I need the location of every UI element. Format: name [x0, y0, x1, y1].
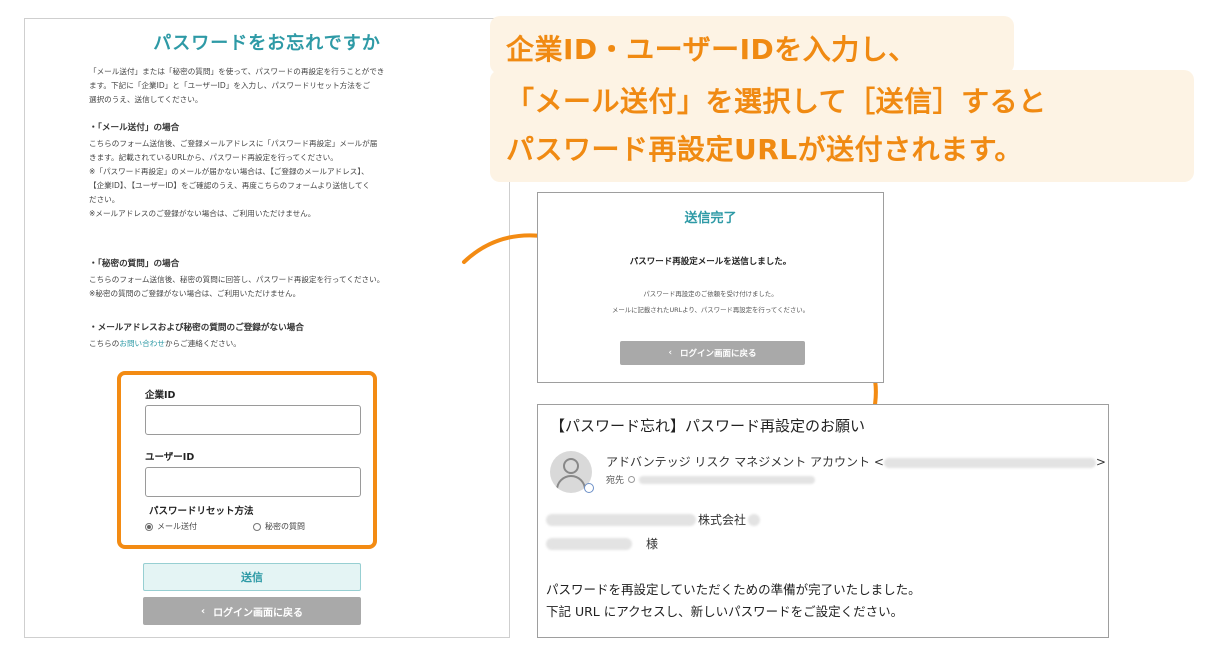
callout-line-2: 「メール送付」を選択して［送信］すると [506, 85, 1047, 118]
text-line: こちらのフォーム送信後、ご登録メールアドレスに「パスワード再設定」メールが届 [89, 139, 378, 148]
company-suffix: 株式会社 [698, 513, 747, 527]
redacted-mark [748, 513, 761, 526]
company-id-label: 企業ID [145, 390, 176, 401]
to-label: 宛先 [606, 476, 625, 486]
email-company: 株式会社 [546, 511, 761, 528]
forgot-password-panel: パスワードをお忘れですか 「メール送付」または「秘密の質問」を使って、パスワード… [24, 18, 510, 638]
text-line: 【企業ID】、【ユーザーID】をご確認のうえ、再度こちらのフォームより送信してく [89, 181, 370, 190]
redacted-recipient [639, 475, 816, 484]
email-subject: 【パスワード忘れ】パスワード再設定のお願い [550, 417, 866, 435]
section-none-text: こちらのお問い合わせからご連絡ください。 [89, 337, 489, 351]
honorific: 様 [646, 537, 659, 551]
email-sender: アドバンテッジ リスク マネジメント アカウント < > [606, 453, 1106, 470]
text-line: きます。記載されているURLから、パスワード再設定を行ってください。 [89, 153, 338, 162]
highlighted-form: 企業ID ユーザーID パスワードリセット方法 メール送付 秘密の質問 [117, 371, 377, 549]
section-secret-text: こちらのフォーム送信後、秘密の質問に回答し、パスワード再設定を行ってください。 … [89, 273, 489, 301]
intro-line: 選択のうえ、送信してください。 [89, 95, 203, 104]
email-body-line-2: 下記 URL にアクセスし、新しいパスワードをご設定ください。 [546, 604, 904, 619]
recipient-icon [628, 476, 636, 483]
done-sub-2: メールに記載されたURLより、パスワード再設定を行ってください。 [611, 306, 810, 314]
user-id-label: ユーザーID [145, 452, 195, 463]
back-to-login-button[interactable]: ‹ ログイン画面に戻る [143, 597, 361, 625]
email-body-line-1: パスワードを再設定していただくための準備が完了いたしました。 [546, 582, 921, 597]
done-title: 送信完了 [684, 211, 737, 226]
intro-line: 「メール送付」または「秘密の質問」を使って、パスワードの再設定を行うことができ [89, 67, 385, 76]
sender-name: アドバンテッジ リスク マネジメント アカウント < [606, 455, 884, 469]
radio-mail[interactable]: メール送付 [145, 521, 197, 532]
email-preview: 【パスワード忘れ】パスワード再設定のお願い アドバンテッジ リスク マネジメント… [537, 404, 1109, 638]
redacted-company [546, 513, 696, 526]
send-button[interactable]: 送信 [143, 563, 361, 591]
text-line: こちらのフォーム送信後、秘密の質問に回答し、パスワード再設定を行ってください。 [89, 275, 385, 284]
done-message: パスワード再設定メールを送信しました。 [629, 257, 792, 267]
section-none-heading: ・メールアドレスおよび秘密の質問のご登録がない場合 [89, 323, 304, 333]
text-line: ※「パスワード再設定」のメールが届かない場合は、【ご登録のメールアドレス】、 [89, 167, 369, 176]
text-line: ※秘密の質問のご登録がない場合は、ご利用いただけません。 [89, 289, 301, 298]
user-id-input[interactable] [145, 467, 361, 497]
chevron-left-icon: ‹ [200, 605, 206, 617]
callout-line-3: パスワード再設定URLが送付されます。 [506, 133, 1023, 166]
radio-mail-label: メール送付 [157, 522, 197, 531]
reset-method-label: パスワードリセット方法 [149, 506, 254, 517]
section-secret-heading: ・「秘密の質問」の場合 [89, 259, 180, 269]
radio-secret[interactable]: 秘密の質問 [253, 521, 305, 532]
back-button-label: ログイン画面に戻る [213, 607, 304, 619]
email-addressee: 様 [546, 535, 658, 552]
radio-selected-icon [145, 522, 153, 531]
callout-line-1: 企業ID・ユーザーIDを入力し、 [506, 33, 917, 66]
redacted-name [546, 537, 632, 550]
section-mail-heading: ・「メール送付」の場合 [89, 123, 180, 133]
intro-text: 「メール送付」または「秘密の質問」を使って、パスワードの再設定を行うことができ … [89, 65, 489, 107]
text-post: からご連絡ください。 [164, 339, 241, 348]
section-mail-text: こちらのフォーム送信後、ご登録メールアドレスに「パスワード再設定」メールが届 き… [89, 137, 489, 221]
done-back-to-login-button[interactable]: ‹ ログイン画面に戻る [620, 341, 805, 365]
presence-status-icon [584, 483, 594, 493]
email-recipient: 宛先 [606, 473, 816, 486]
page-title: パスワードをお忘れですか [153, 33, 381, 54]
done-back-label: ログイン画面に戻る [680, 349, 757, 359]
redacted-address [883, 457, 1096, 468]
done-sub-1: パスワード再設定のご依頼を受け付けました。 [643, 290, 778, 298]
send-complete-panel: 送信完了 パスワード再設定メールを送信しました。 パスワード再設定のご依頼を受け… [537, 192, 884, 383]
contact-link[interactable]: お問い合わせ [119, 339, 165, 348]
text-line: ※メールアドレスのご登録がない場合は、ご利用いただけません。 [89, 209, 316, 218]
intro-line: ます。下記に「企業ID」と「ユーザーID」を入力し、パスワードリセット方法をご [89, 81, 371, 90]
sender-close: > [1095, 455, 1106, 469]
company-id-input[interactable] [145, 405, 361, 435]
text-pre: こちらの [89, 339, 120, 348]
radio-secret-label: 秘密の質問 [265, 522, 305, 531]
text-line: ださい。 [89, 195, 120, 204]
chevron-left-icon: ‹ [668, 348, 672, 358]
radio-unselected-icon [253, 522, 261, 531]
